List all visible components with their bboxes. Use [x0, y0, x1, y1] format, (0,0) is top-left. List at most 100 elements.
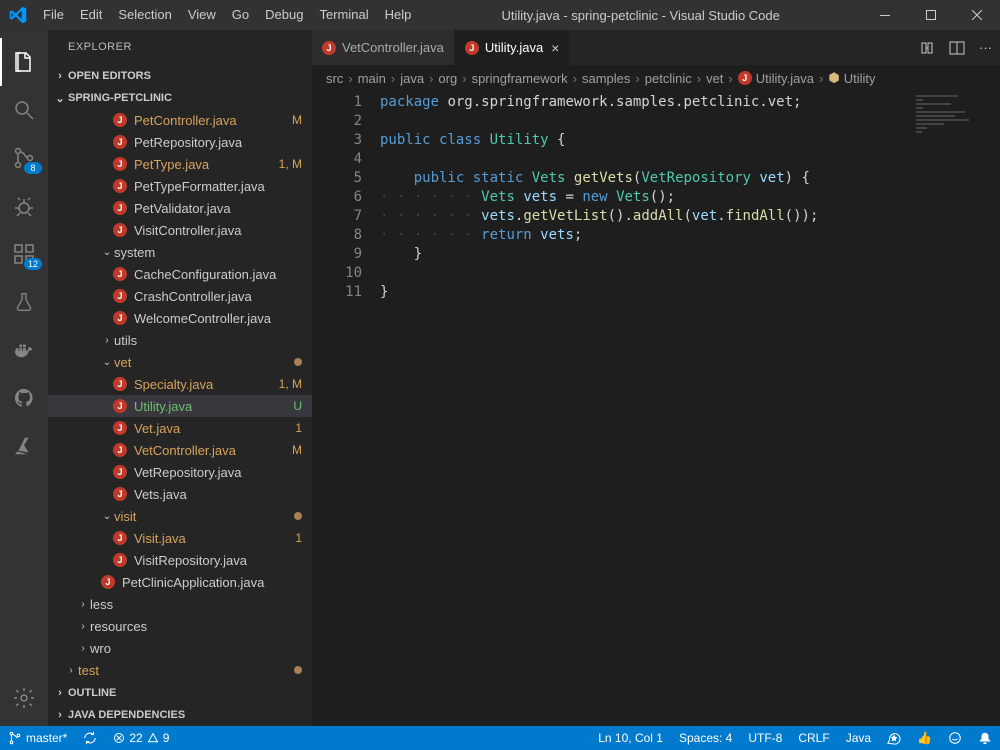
breadcrumb-seg[interactable]: main — [358, 71, 386, 86]
folder-resources[interactable]: ›resources — [48, 615, 312, 637]
java-icon: J — [112, 376, 128, 392]
menu-selection[interactable]: Selection — [110, 0, 179, 30]
close-icon[interactable]: × — [551, 40, 559, 56]
folder-less[interactable]: ›less — [48, 593, 312, 615]
file-VisitController.java[interactable]: JVisitController.java — [48, 219, 312, 241]
file-CrashController.java[interactable]: JCrashController.java — [48, 285, 312, 307]
menu-go[interactable]: Go — [224, 0, 257, 30]
file-WelcomeController.java[interactable]: JWelcomeController.java — [48, 307, 312, 329]
code-content[interactable]: package org.springframework.samples.petc… — [380, 91, 1000, 726]
file-PetValidator.java[interactable]: JPetValidator.java — [48, 197, 312, 219]
status-bar: master* 22 9 Ln 10, Col 1 Spaces: 4 UTF-… — [0, 726, 1000, 750]
chevron-icon: › — [76, 621, 90, 632]
folder-utils[interactable]: ›utils — [48, 329, 312, 351]
code-editor[interactable]: 1234567891011 package org.springframewor… — [312, 91, 1000, 726]
chevron-icon: › — [64, 665, 78, 676]
sidebar-title: EXPLORER — [48, 30, 312, 65]
breadcrumb-seg[interactable]: samples — [582, 71, 630, 86]
file-Vets.java[interactable]: JVets.java — [48, 483, 312, 505]
file-PetClinicApplication.java[interactable]: JPetClinicApplication.java — [48, 571, 312, 593]
activity-azure[interactable] — [0, 422, 48, 470]
tree-label: PetTypeFormatter.java — [134, 179, 312, 194]
file-PetController.java[interactable]: JPetController.javaM — [48, 109, 312, 131]
section-open-editors[interactable]: ›OPEN EDITORS — [48, 65, 312, 87]
activity-scm[interactable]: 8 — [0, 134, 48, 182]
section-project[interactable]: ⌄SPRING-PETCLINIC — [48, 87, 312, 109]
section-outline[interactable]: ›OUTLINE — [48, 682, 312, 704]
status-thumbs-icon[interactable]: 👍 — [909, 726, 940, 750]
activity-search[interactable] — [0, 86, 48, 134]
compare-icon[interactable] — [919, 40, 935, 56]
activity-settings[interactable] — [0, 674, 48, 722]
activity-extensions[interactable]: 12 — [0, 230, 48, 278]
section-java-deps[interactable]: ›JAVA DEPENDENCIES — [48, 704, 312, 726]
minimap[interactable] — [916, 95, 986, 135]
more-icon[interactable]: ··· — [979, 40, 992, 55]
menu-view[interactable]: View — [180, 0, 224, 30]
folder-target[interactable]: ›target — [48, 681, 312, 682]
status-encoding[interactable]: UTF-8 — [740, 726, 790, 750]
breadcrumb-seg[interactable]: org — [438, 71, 457, 86]
status-sync[interactable] — [75, 726, 105, 750]
file-PetType.java[interactable]: JPetType.java1, M — [48, 153, 312, 175]
menu-terminal[interactable]: Terminal — [311, 0, 376, 30]
file-Utility.java[interactable]: JUtility.javaU — [48, 395, 312, 417]
folder-test[interactable]: ›test — [48, 659, 312, 681]
folder-wro[interactable]: ›wro — [48, 637, 312, 659]
file-VisitRepository.java[interactable]: JVisitRepository.java — [48, 549, 312, 571]
folder-vet[interactable]: ⌄vet — [48, 351, 312, 373]
close-button[interactable] — [954, 0, 1000, 30]
status-smile-icon[interactable] — [940, 726, 970, 750]
file-PetTypeFormatter.java[interactable]: JPetTypeFormatter.java — [48, 175, 312, 197]
tree-label: PetRepository.java — [134, 135, 312, 150]
status-problems[interactable]: 22 9 — [105, 726, 177, 750]
status-lang[interactable]: Java — [838, 726, 879, 750]
activity-debug[interactable] — [0, 182, 48, 230]
file-VetRepository.java[interactable]: JVetRepository.java — [48, 461, 312, 483]
breadcrumb-seg[interactable]: springframework — [472, 71, 568, 86]
tree-label: Visit.java — [134, 531, 295, 546]
activity-test[interactable] — [0, 278, 48, 326]
tree-label: system — [114, 245, 312, 260]
breadcrumb-seg[interactable]: java — [400, 71, 424, 86]
java-icon: J — [112, 398, 128, 414]
file-Visit.java[interactable]: JVisit.java1 — [48, 527, 312, 549]
file-PetRepository.java[interactable]: JPetRepository.java — [48, 131, 312, 153]
breadcrumb-seg[interactable]: petclinic — [645, 71, 692, 86]
tab-VetController.java[interactable]: JVetController.java — [312, 30, 455, 65]
java-icon: J — [112, 310, 128, 326]
activity-docker[interactable] — [0, 326, 48, 374]
git-status: M — [292, 113, 312, 127]
breadcrumb-seg[interactable]: vet — [706, 71, 723, 86]
tab-Utility.java[interactable]: JUtility.java× — [455, 30, 570, 65]
status-spaces[interactable]: Spaces: 4 — [671, 726, 740, 750]
minimize-button[interactable] — [862, 0, 908, 30]
java-icon: J — [465, 41, 479, 55]
status-eol[interactable]: CRLF — [790, 726, 837, 750]
status-position[interactable]: Ln 10, Col 1 — [590, 726, 671, 750]
activity-github[interactable] — [0, 374, 48, 422]
status-branch[interactable]: master* — [0, 726, 75, 750]
menu-debug[interactable]: Debug — [257, 0, 311, 30]
breadcrumbs[interactable]: src›main›java›org›springframework›sample… — [312, 65, 1000, 91]
menu-help[interactable]: Help — [377, 0, 420, 30]
file-Specialty.java[interactable]: JSpecialty.java1, M — [48, 373, 312, 395]
activity-explorer[interactable] — [0, 38, 48, 86]
folder-system[interactable]: ⌄system — [48, 241, 312, 263]
breadcrumb-seg[interactable]: ⬢Utility — [828, 70, 875, 86]
file-CacheConfiguration.java[interactable]: JCacheConfiguration.java — [48, 263, 312, 285]
file-VetController.java[interactable]: JVetController.javaM — [48, 439, 312, 461]
menu-file[interactable]: File — [35, 0, 72, 30]
class-icon: ⬢ — [828, 70, 839, 86]
breadcrumb-seg[interactable]: src — [326, 71, 343, 86]
maximize-button[interactable] — [908, 0, 954, 30]
file-Vet.java[interactable]: JVet.java1 — [48, 417, 312, 439]
menu-edit[interactable]: Edit — [72, 0, 110, 30]
split-icon[interactable] — [949, 40, 965, 56]
folder-visit[interactable]: ⌄visit — [48, 505, 312, 527]
status-feedback-icon[interactable] — [879, 726, 909, 750]
status-bell-icon[interactable] — [970, 726, 1000, 750]
scm-badge: 8 — [24, 162, 42, 174]
breadcrumb-seg[interactable]: JUtility.java — [738, 71, 814, 86]
tree-label: PetController.java — [134, 113, 292, 128]
